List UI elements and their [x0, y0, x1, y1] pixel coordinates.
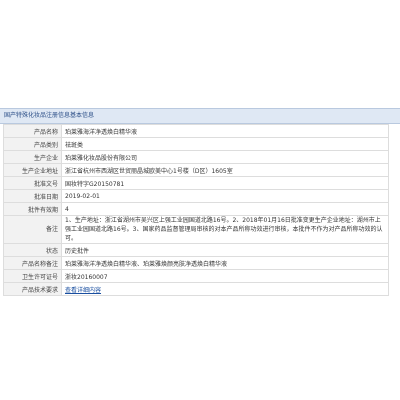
table-row: 备注 1、生产地址：浙江省湖州市吴兴区上强工业园国道北路16号。2、2018年0… — [3, 215, 389, 244]
table-row: 批准文号 国妆特字G20150781 — [3, 176, 389, 190]
row-value: 浙妆20160007 — [61, 269, 389, 283]
panel-title: 国产特殊化妆品注册信息基本信息 — [0, 108, 400, 124]
row-label: 批件有效期 — [3, 202, 62, 216]
table-row: 批准日期 2019-02-01 — [3, 189, 389, 203]
row-value: 2019-02-01 — [61, 189, 389, 203]
row-label: 生产企业 — [3, 150, 62, 164]
row-label: 批准文号 — [3, 176, 62, 190]
row-value: 珀莱雅海洋净透焕白精华液 — [61, 124, 389, 138]
row-label: 产品名称 — [3, 124, 62, 138]
table-row: 产品名称 珀莱雅海洋净透焕白精华液 — [3, 124, 389, 138]
row-value: 历史批件 — [61, 243, 389, 257]
row-label: 卫生许可证号 — [3, 269, 62, 283]
row-value: 浙江省杭州市西湖区世贸丽晶城欧美中心1号楼（D区）1605室 — [61, 163, 389, 177]
row-label: 产品技术要求 — [3, 282, 62, 296]
row-value: 珀莱雅化妆品股份有限公司 — [61, 150, 389, 164]
row-label: 产品名称备注 — [3, 256, 62, 270]
table-row: 卫生许可证号 浙妆20160007 — [3, 269, 389, 283]
info-panel: 国产特殊化妆品注册信息基本信息 产品名称 珀莱雅海洋净透焕白精华液 产品类别 祛… — [0, 108, 400, 296]
row-label: 状态 — [3, 243, 62, 257]
row-value: 4 — [61, 202, 389, 216]
row-value: 祛斑类 — [61, 137, 389, 151]
table-row: 产品类别 祛斑类 — [3, 137, 389, 151]
info-table: 产品名称 珀莱雅海洋净透焕白精华液 产品类别 祛斑类 生产企业 珀莱雅化妆品股份… — [3, 124, 389, 296]
row-value-cell: 查看详细内容 — [61, 282, 389, 296]
row-label: 生产企业地址 — [3, 163, 62, 177]
row-label: 产品类别 — [3, 137, 62, 151]
row-label: 批准日期 — [3, 189, 62, 203]
row-value: 国妆特字G20150781 — [61, 176, 389, 190]
row-value: 珀莱雅海洋净透焕白精华液、珀莱雅焕颜亮肤净透焕白精华液 — [61, 256, 389, 270]
table-row: 批件有效期 4 — [3, 202, 389, 216]
table-row: 生产企业 珀莱雅化妆品股份有限公司 — [3, 150, 389, 164]
table-row: 状态 历史批件 — [3, 243, 389, 257]
row-label: 备注 — [3, 215, 62, 244]
table-row: 生产企业地址 浙江省杭州市西湖区世贸丽晶城欧美中心1号楼（D区）1605室 — [3, 163, 389, 177]
view-details-link[interactable]: 查看详细内容 — [65, 287, 101, 294]
table-row: 产品名称备注 珀莱雅海洋净透焕白精华液、珀莱雅焕颜亮肤净透焕白精华液 — [3, 256, 389, 270]
table-row: 产品技术要求 查看详细内容 — [3, 282, 389, 296]
row-value: 1、生产地址：浙江省湖州市吴兴区上强工业园国道北路16号。2、2018年01月1… — [61, 215, 389, 244]
